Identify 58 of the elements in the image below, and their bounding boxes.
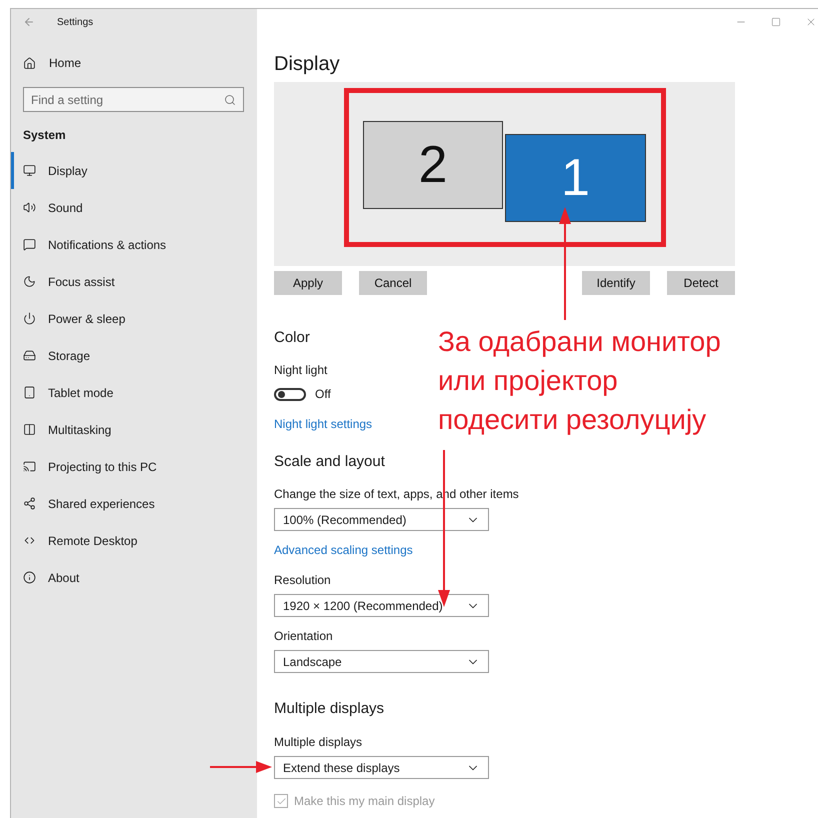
sidebar-item[interactable]: Display: [11, 152, 244, 189]
section-title: System: [22, 127, 67, 144]
sidebar-item[interactable]: Shared experiences: [11, 485, 244, 522]
sidebar-item[interactable]: Remote Desktop: [11, 522, 244, 559]
power-icon: [23, 312, 36, 325]
speaker-icon: [23, 201, 36, 214]
action-button[interactable]: Apply: [274, 271, 342, 295]
section-heading: Scale and layout: [274, 452, 385, 472]
toggle-switch[interactable]: [274, 388, 306, 400]
settings-link[interactable]: Advanced scaling settings: [274, 542, 413, 558]
back-icon[interactable]: [23, 16, 35, 28]
dropdown[interactable]: 100% (Recommended): [274, 508, 489, 531]
action-button[interactable]: Detect: [667, 271, 735, 295]
search-field[interactable]: Find a setting: [23, 87, 244, 112]
columns-icon: [23, 423, 36, 436]
sidebar-item[interactable]: Storage: [11, 337, 244, 374]
sidebar-item[interactable]: Projecting to this PC: [11, 448, 244, 485]
section-heading: Color: [274, 328, 310, 348]
check-icon: [276, 796, 286, 806]
home-icon: [23, 56, 36, 70]
sidebar-item[interactable]: Notifications & actions: [11, 226, 244, 263]
window-title: Settings: [57, 16, 94, 28]
settings-link[interactable]: Night light settings: [274, 416, 372, 432]
share-icon: [23, 497, 36, 510]
drive-icon: [23, 349, 36, 362]
cast-icon: [23, 460, 36, 473]
field-label: Night light: [274, 362, 328, 378]
field-label: Multiple displays: [274, 734, 362, 750]
annotation-text: За одабрани монитор или пројектор подесити резолуцију: [438, 325, 721, 437]
monitor-tile[interactable]: 2: [363, 121, 503, 209]
dropdown[interactable]: 1920 × 1200 (Recommended): [274, 594, 489, 617]
home-item[interactable]: Home: [11, 48, 244, 78]
action-button[interactable]: Cancel: [359, 271, 427, 295]
sidebar-item[interactable]: Multitasking: [11, 411, 244, 448]
sidebar-item[interactable]: About: [11, 559, 244, 596]
sidebar-item[interactable]: Focus assist: [11, 263, 244, 300]
action-button[interactable]: Identify: [582, 271, 650, 295]
checkbox-label: Make this my main display: [294, 794, 435, 808]
section-heading: Multiple displays: [274, 699, 384, 719]
info-icon: [23, 571, 36, 584]
search-icon: [224, 94, 236, 106]
arrow: [210, 761, 272, 773]
sidebar-item[interactable]: Power & sleep: [11, 300, 244, 337]
field-label: Resolution: [274, 572, 331, 588]
monitor-icon: [23, 164, 36, 177]
monitor-tile[interactable]: 1: [505, 134, 646, 222]
message-icon: [23, 238, 36, 251]
sidebar-item[interactable]: Tablet mode: [11, 374, 244, 411]
close-icon[interactable]: [805, 16, 817, 28]
maximize-icon[interactable]: [771, 17, 781, 27]
moon-icon: [23, 275, 36, 288]
tablet-icon: [23, 386, 36, 399]
page-title: Display: [274, 52, 341, 77]
field-label: Orientation: [274, 628, 333, 644]
dropdown[interactable]: Landscape: [274, 650, 489, 673]
sidebar-item[interactable]: Sound: [11, 189, 244, 226]
toggle-state: Off: [315, 387, 331, 401]
dropdown[interactable]: Extend these displays: [274, 756, 489, 779]
